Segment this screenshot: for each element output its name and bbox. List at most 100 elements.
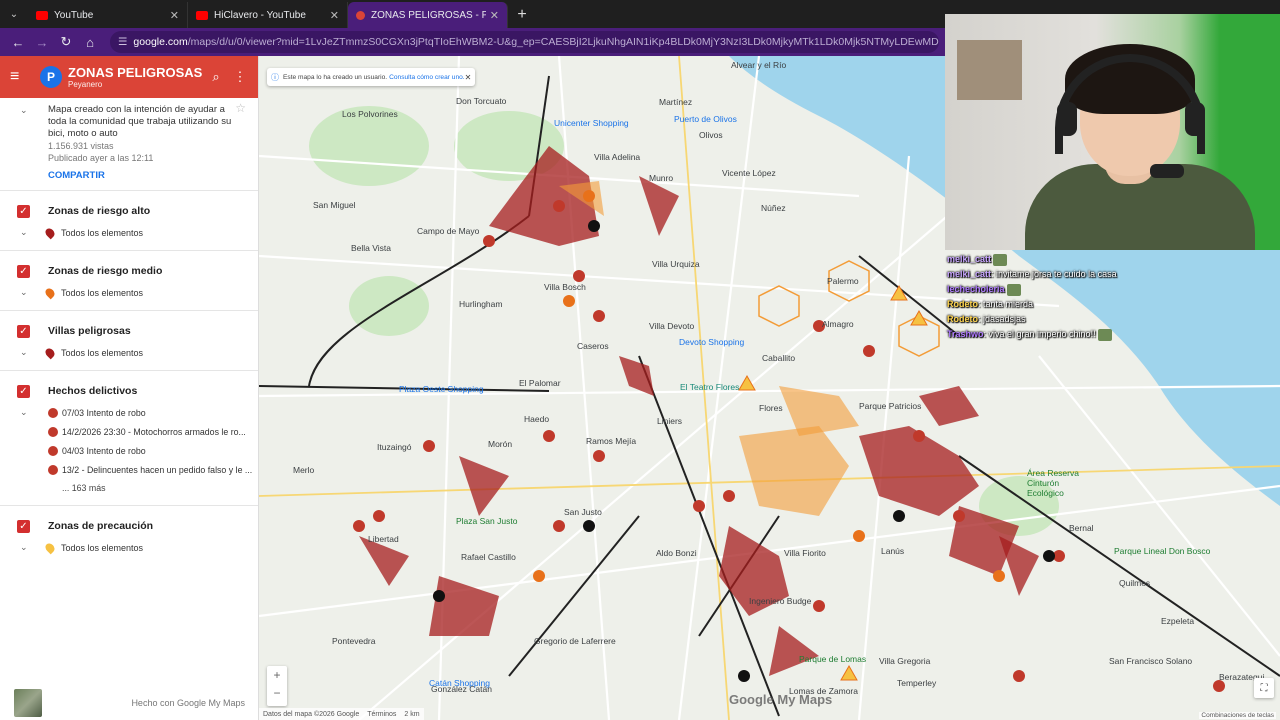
tab-search-chevron-icon[interactable]: ⌄ [0,0,28,28]
webcam-overlay [945,14,1280,250]
layer-checkbox[interactable]: ✓ [17,204,30,218]
layer-items-label[interactable]: Todos los elementos [61,288,143,298]
chevron-down-icon[interactable]: ⌄ [20,287,36,298]
place-label: Vicente López [722,168,776,178]
banner-link[interactable]: Consulta cómo crear uno. [389,74,465,81]
place-label: Plaza San Justo [456,516,518,526]
avatar[interactable]: P [40,66,62,88]
zoom-in-button[interactable]: + [267,666,287,684]
layer-items-label[interactable]: Todos los elementos [61,228,143,238]
chevron-down-icon[interactable]: ⌄ [20,104,28,116]
tab-youtube[interactable]: YouTube ✕ [28,2,188,28]
star-icon[interactable]: ☆ [235,102,246,114]
place-label: Liniers [657,416,683,426]
incident-label: 07/03 Intento de robo [62,407,146,418]
back-icon[interactable]: ← [6,30,30,54]
fullscreen-icon[interactable]: ⛶ [1254,678,1274,698]
close-icon[interactable]: ✕ [465,73,472,82]
place-label: Morón [488,439,513,449]
list-item[interactable]: ⌄ 07/03 Intento de robo [0,403,258,422]
place-label: Bella Vista [351,243,392,253]
layer-title: Villas peligrosas [48,325,131,337]
layer-checkbox[interactable]: ✓ [17,384,30,398]
place-label: Núñez [761,203,786,213]
reload-icon[interactable]: ↻ [54,30,78,54]
list-item[interactable]: 04/03 Intento de robo [0,441,258,460]
chat-message: Rodeto: tanta mierda [947,297,1278,312]
zoom-out-button[interactable]: − [267,684,287,702]
place-label: Parque Lineal Don Bosco [1114,546,1211,556]
banner-text: Este mapa lo ha creado un usuario. [283,73,388,81]
layer-items-label[interactable]: Todos los elementos [61,348,143,358]
place-label: Ituzaingó [377,442,412,452]
chat-message: melki_catt: invitame jorsa te cuido la c… [947,267,1278,282]
layer-checkbox[interactable]: ✓ [17,519,30,533]
robbery-icon [48,464,58,475]
place-label: Plaza Oeste Shopping [399,384,484,394]
menu-icon[interactable]: ≡ [10,68,28,86]
emote-icon [993,253,1008,266]
place-label: Villa Bosch [544,282,586,292]
place-label: Campo de Mayo [417,226,480,236]
more-options-icon[interactable]: ⋮ [228,69,252,85]
close-icon[interactable]: ✕ [490,9,499,22]
chat-text: : invitame jorsa te cuido la casa [991,269,1117,279]
chevron-down-icon[interactable]: ⌄ [20,407,36,418]
satellite-toggle[interactable] [14,689,42,717]
chat-username: Rodeto [947,299,978,309]
list-item[interactable]: 14/2/2026 23:30 - Motochorros armados le… [0,422,258,441]
tab-label: YouTube [54,9,94,21]
forward-icon[interactable]: → [30,30,54,54]
tab-zonas-peligrosas[interactable]: ZONAS PELIGROSAS - PEYANE ✕ [348,2,508,28]
layer-checkbox[interactable]: ✓ [17,264,30,278]
webcam-shelf [957,40,1022,100]
map-title: ZONAS PELIGROSAS -... [68,65,204,80]
robbery-icon [48,426,58,437]
incident-label: 14/2/2026 23:30 - Motochorros armados le… [62,426,246,437]
terms-link[interactable]: Términos [367,711,396,718]
chevron-down-icon[interactable]: ⌄ [20,542,36,553]
list-item[interactable]: 13/2 - Delincuentes hacen un pedido fals… [0,460,258,479]
tab-label: ZONAS PELIGROSAS - PEYANE [371,9,486,21]
new-tab-button[interactable]: + [508,2,536,28]
chat-message: Rodeto: jdasadsjas [947,312,1278,327]
chat-username: melki_catt [947,269,992,279]
chevron-down-icon[interactable]: ⌄ [20,227,36,238]
view-count: 1.156.931 vistas [48,141,114,151]
made-with-label: Hecho con Google My Maps [131,698,245,708]
place-label: Villa Devoto [649,321,695,331]
place-label: Villa Adelina [594,152,641,162]
tab-hiclavero[interactable]: HiClavero - YouTube ✕ [188,2,348,28]
place-label: Libertad [368,534,399,544]
place-label: Los Polvorines [342,109,398,119]
incident-label: 13/2 - Delincuentes hacen un pedido fals… [62,464,253,475]
place-label: Hurlingham [459,299,503,309]
close-icon[interactable]: ✕ [330,9,339,22]
place-label: San Francisco Solano [1109,656,1193,666]
chat-username: Trashwo [947,329,984,339]
place-label: Villa Urquiza [652,259,700,269]
chat-text: : viva el gran imperio chino!! [983,329,1096,339]
url-input[interactable]: ☰ google.com/maps/d/u/0/viewer?mid=1LvJe… [110,31,939,53]
share-button[interactable]: COMPARTIR [48,170,105,182]
user-created-map-banner: ⓘ Este mapa lo ha creado un usuario. Con… [267,68,475,86]
layer-checkbox[interactable]: ✓ [17,324,30,338]
maps-pin-icon [356,10,365,20]
close-icon[interactable]: ✕ [170,9,179,22]
layer-title: Zonas de riesgo medio [48,265,163,277]
place-label: Parque de Lomas [799,654,867,664]
search-icon[interactable]: ⌕ [204,69,228,85]
place-label: Ingeniero Budge [749,596,812,606]
place-label: Caballito [762,353,796,363]
place-label: Haedo [524,414,550,424]
map-attribution: Datos del mapa ©2026 Google Términos 2 k… [259,708,424,720]
chevron-down-icon[interactable]: ⌄ [20,347,36,358]
map-description: ⌄ ☆ Mapa creado con la intención de ayud… [0,98,258,182]
site-info-icon[interactable]: ☰ [118,36,127,48]
keyboard-shortcuts-link[interactable]: Combinaciones de teclas [1199,712,1276,719]
layer-items-label[interactable]: Todos los elementos [61,543,143,553]
place-label: Gregorio de Laferrere [534,636,616,646]
pin-icon [43,541,57,554]
home-icon[interactable]: ⌂ [78,30,102,54]
more-items-link[interactable]: ... 163 más [0,479,258,497]
